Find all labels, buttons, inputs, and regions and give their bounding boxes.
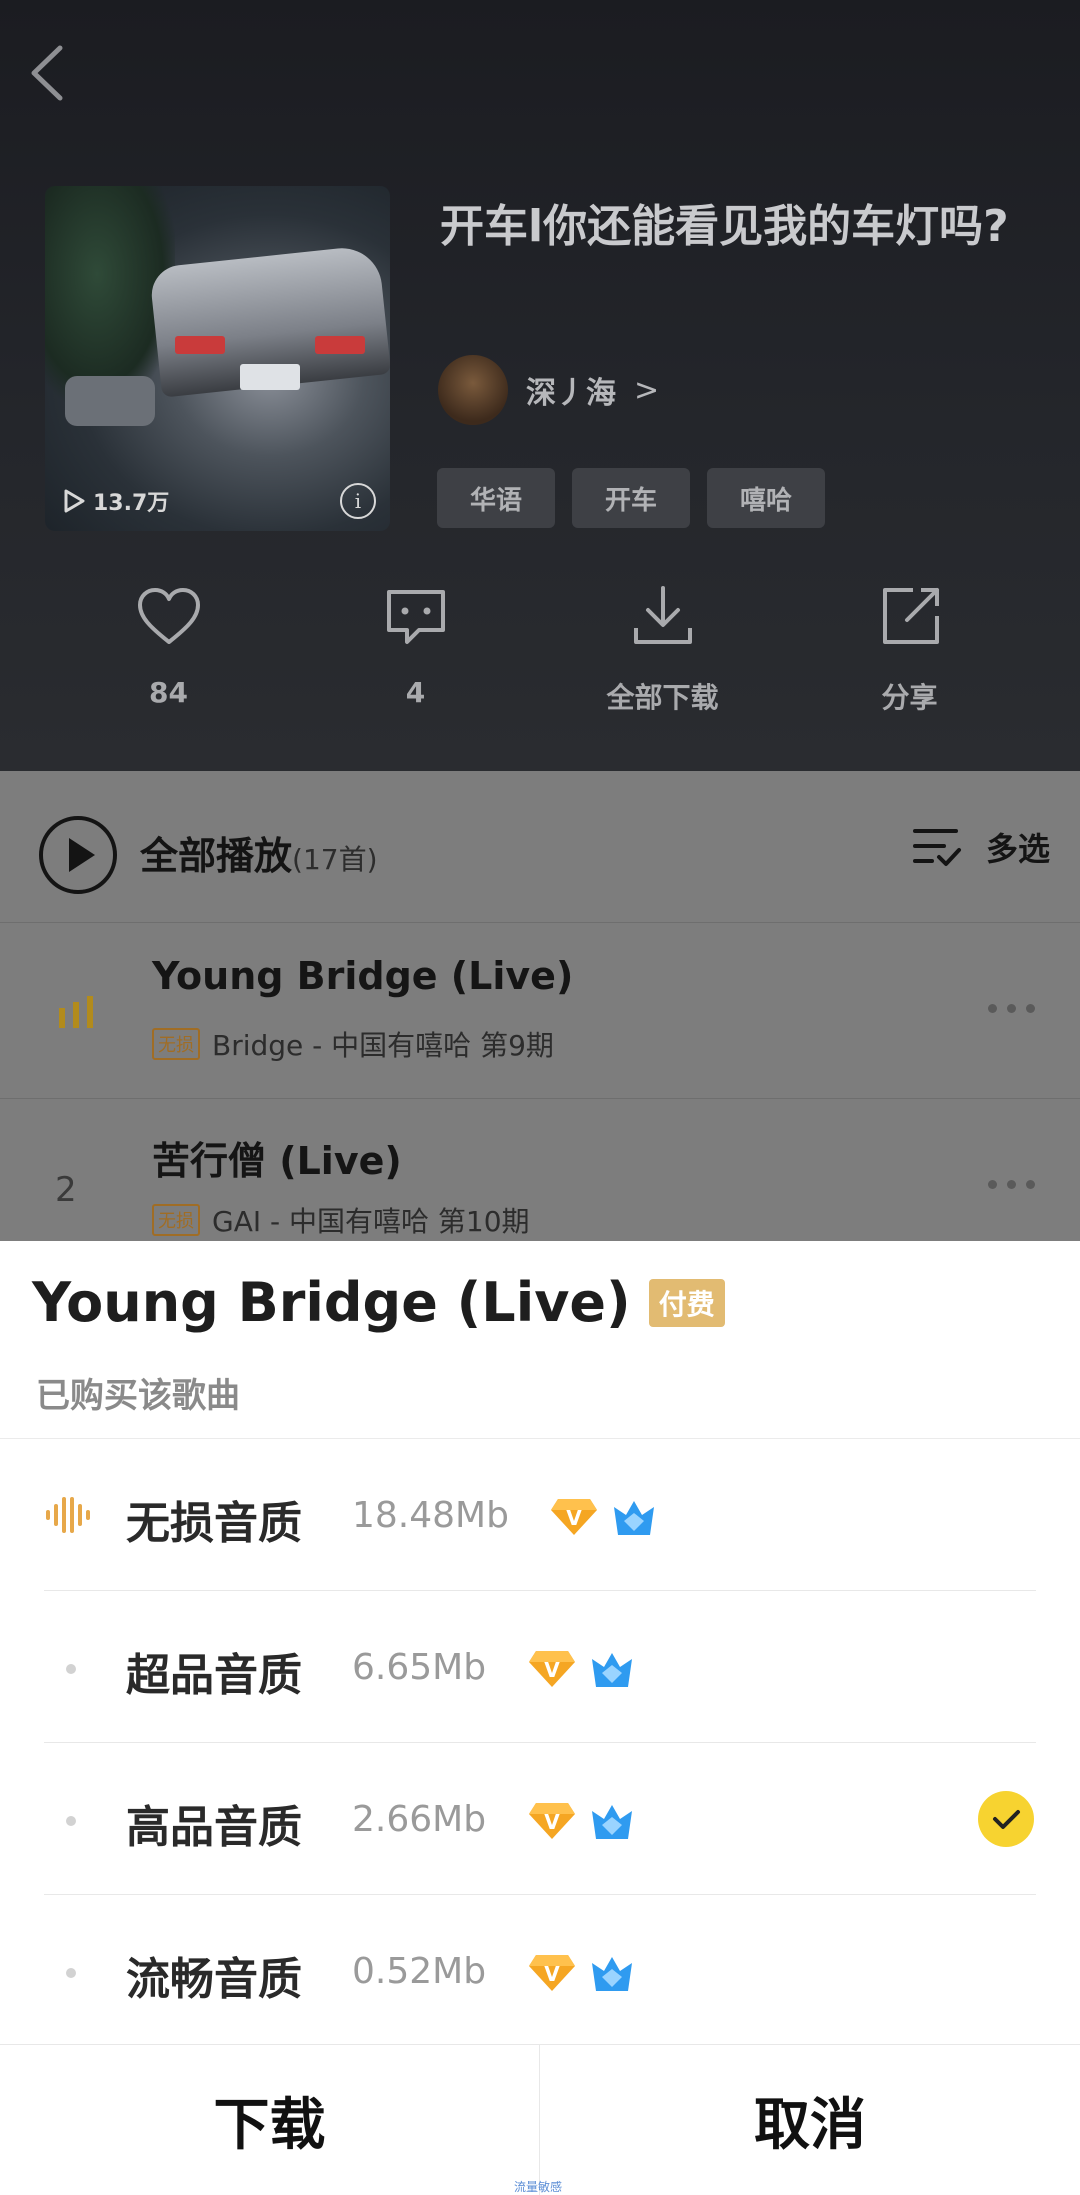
quality-option-super[interactable]: 超品音质 6.65Mb V — [0, 1591, 1080, 1743]
multi-select-label: 多选 — [985, 830, 1050, 868]
info-icon[interactable]: i — [340, 483, 376, 519]
watermark-text: 流量敏感 — [514, 2180, 563, 2194]
lossless-badge: 无损 — [152, 1204, 200, 1236]
more-options-icon[interactable] — [988, 1180, 1035, 1189]
play-all-count: (17首) — [292, 843, 378, 876]
song-index: 2 — [55, 1170, 77, 1210]
share-icon — [882, 588, 939, 644]
like-button[interactable]: 84 — [45, 580, 292, 716]
blue-vip-crown-icon — [592, 1805, 632, 1839]
heart-icon — [137, 588, 200, 644]
creator-avatar — [438, 355, 508, 425]
tag-chip[interactable]: 华语 — [437, 468, 555, 528]
play-triangle-icon — [64, 489, 85, 513]
vip-badges: V — [550, 1495, 658, 1537]
quality-name: 流畅音质 — [126, 1954, 302, 2005]
download-button[interactable]: 下载 — [0, 2045, 540, 2195]
svg-text:V: V — [544, 1658, 560, 1682]
bullet-dot — [66, 1664, 76, 1674]
svg-text:V: V — [566, 1506, 582, 1530]
vip-diamond-icon: V — [529, 1651, 575, 1687]
vip-diamond-icon: V — [529, 1803, 575, 1839]
playlist-actions: 84 4 全部下载 分享 — [0, 580, 1080, 716]
song-title: Young Bridge (Live) — [152, 954, 574, 998]
playlist-cover[interactable]: 13.7万 i — [45, 186, 390, 531]
bullet-dot — [66, 1816, 76, 1826]
blue-vip-crown-icon — [592, 1957, 632, 1991]
tag-chip[interactable]: 嘻哈 — [707, 468, 825, 528]
vip-diamond-icon: V — [529, 1955, 575, 1991]
bullet-dot — [66, 1968, 76, 1978]
download-all-button[interactable]: 全部下载 — [539, 580, 786, 716]
quality-size: 6.65Mb — [352, 1647, 487, 1688]
more-options-icon[interactable] — [988, 1004, 1035, 1013]
song-subtitle-row: 无损 GAI - 中国有嘻哈 第10期 — [152, 1200, 530, 1240]
cover-art-taillight — [175, 336, 225, 354]
quality-name: 无损音质 — [126, 1498, 302, 1549]
sheet-button-bar: 下载 取消 — [0, 2044, 1080, 2195]
quality-option-lossless[interactable]: 无损音质 18.48Mb V — [0, 1439, 1080, 1591]
play-circle-icon[interactable] — [37, 814, 119, 896]
now-playing-equalizer-icon — [59, 996, 93, 1028]
tag-chip[interactable]: 开车 — [572, 468, 690, 528]
sheet-song-title: Young Bridge (Live) — [32, 1271, 631, 1334]
download-icon — [633, 586, 692, 644]
quality-size: 2.66Mb — [352, 1799, 487, 1840]
cancel-button[interactable]: 取消 — [540, 2045, 1080, 2195]
multi-select-button[interactable]: 多选 — [912, 823, 1050, 871]
quality-size: 0.52Mb — [352, 1951, 487, 1992]
svg-text:V: V — [544, 1962, 560, 1986]
play-all-text: 全部播放 — [140, 834, 293, 878]
quality-option-smooth[interactable]: 流畅音质 0.52Mb V — [0, 1895, 1080, 2047]
creator-name: 深丿海 — [526, 376, 616, 411]
comment-icon — [386, 590, 445, 644]
paid-badge: 付费 — [648, 1278, 725, 1327]
blue-vip-crown-icon — [592, 1653, 632, 1687]
lossless-badge: 无损 — [152, 1028, 200, 1060]
quality-name: 高品音质 — [126, 1802, 302, 1853]
comment-count: 4 — [405, 676, 426, 709]
cover-art-car-back — [65, 376, 155, 426]
like-count: 84 — [149, 676, 188, 709]
play-all-row[interactable]: 全部播放(17首) 多选 — [0, 771, 1080, 923]
purchased-note: 已购买该歌曲 — [36, 1376, 240, 1416]
download-all-label: 全部下载 — [606, 681, 719, 714]
back-arrow-icon[interactable] — [22, 38, 82, 108]
song-title: 苦行僧 (Live) — [152, 1139, 402, 1183]
quality-option-high[interactable]: 高品音质 2.66Mb V — [0, 1743, 1080, 1895]
download-quality-sheet: Young Bridge (Live) 付费 已购买该歌曲 无损音质 18.48… — [0, 1241, 1080, 2195]
quality-name: 超品音质 — [126, 1650, 302, 1701]
svg-text:V: V — [544, 1810, 560, 1834]
song-list: 全部播放(17首) 多选 Young Bridge (Live) 无损 Brid… — [0, 771, 1080, 1241]
playlist-header: 13.7万 i 开车l你还能看见我的车灯吗? 深丿海 > 华语 开车 嘻哈 84… — [0, 0, 1080, 771]
sound-wave-icon — [46, 1497, 90, 1533]
song-row[interactable]: Young Bridge (Live) 无损 Bridge - 中国有嘻哈 第9… — [0, 924, 1080, 1099]
share-label: 分享 — [881, 681, 938, 714]
cover-art-taillight — [315, 336, 365, 354]
quality-size: 18.48Mb — [352, 1495, 509, 1536]
play-all-label[interactable]: 全部播放(17首) — [140, 825, 378, 880]
sheet-title-row: Young Bridge (Live) 付费 — [32, 1271, 725, 1334]
song-subtitle: GAI - 中国有嘻哈 第10期 — [212, 1205, 530, 1238]
playlist-tags: 华语 开车 嘻哈 — [437, 468, 825, 528]
creator-link[interactable]: 深丿海 > — [438, 355, 659, 425]
share-button[interactable]: 分享 — [786, 580, 1033, 716]
vip-badges: V — [528, 1799, 636, 1841]
play-count-value: 13.7万 — [93, 491, 170, 516]
playlist-title: 开车l你还能看见我的车灯吗? — [440, 201, 1009, 252]
play-count: 13.7万 — [63, 485, 169, 517]
song-subtitle-row: 无损 Bridge - 中国有嘻哈 第9期 — [152, 1024, 554, 1064]
selected-check-icon — [978, 1791, 1034, 1847]
blue-vip-crown-icon — [614, 1501, 654, 1535]
vip-badges: V — [528, 1951, 636, 1993]
comment-button[interactable]: 4 — [292, 580, 539, 716]
vip-badges: V — [528, 1647, 636, 1689]
song-subtitle: Bridge - 中国有嘻哈 第9期 — [212, 1029, 554, 1062]
chevron-right-icon: > — [634, 372, 660, 408]
multi-select-icon — [912, 829, 961, 866]
vip-diamond-icon: V — [551, 1499, 597, 1535]
cover-art-plate — [240, 364, 300, 390]
